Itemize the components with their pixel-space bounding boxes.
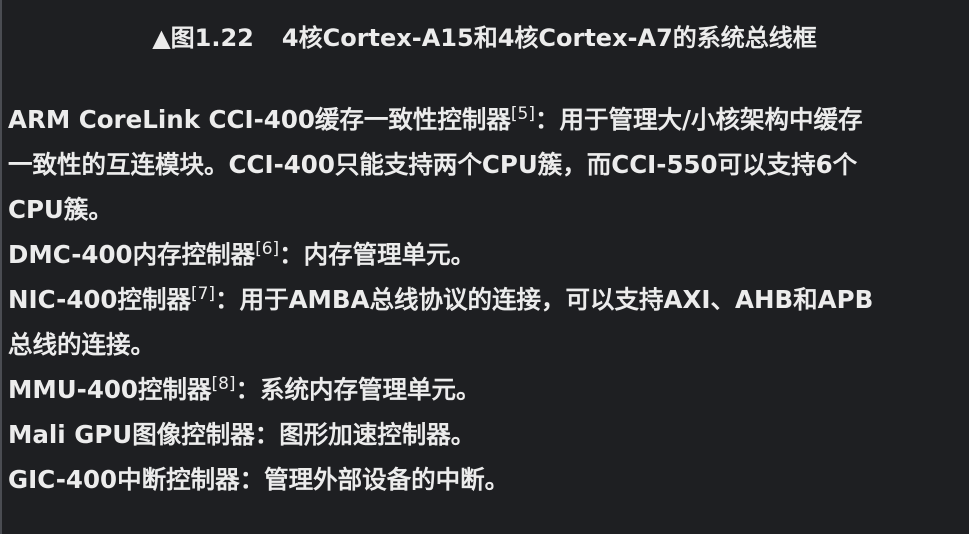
figure-caption: ▲图1.22 4核Cortex-A15和4核Cortex-A7的系统总线框 (0, 18, 969, 58)
item-dmc400: DMC-400内存控制器[6]：内存管理单元。 (8, 232, 969, 277)
item-mali-gpu: Mali GPU图像控制器：图形加速控制器。 (8, 412, 969, 457)
figure-title: 4核Cortex-A15和4核Cortex-A7的系统总线框 (281, 24, 817, 52)
item-name: NIC-400控制器 (8, 285, 191, 314)
item-gic400: GIC-400中断控制器：管理外部设备的中断。 (8, 457, 969, 502)
item-desc-continued: 一致性的互连模块。CCI-400只能支持两个CPU簇，而CCI-550可以支持6… (8, 150, 858, 179)
citation-ref: [7] (190, 284, 216, 304)
citation-ref: [8] (211, 374, 236, 394)
item-desc: ：内存管理单元。 (279, 240, 476, 269)
item-name: Mali GPU图像控制器 (8, 420, 255, 449)
triangle-icon: ▲ (152, 24, 171, 52)
item-nic400: NIC-400控制器[7]：用于AMBA总线协议的连接，可以支持AXI、AHB和… (8, 277, 969, 367)
item-desc-continued: CPU簇。 (8, 195, 113, 224)
item-desc: ：系统内存管理单元。 (235, 375, 481, 404)
item-desc: ：用于管理大/小核架构中缓存 (535, 105, 863, 134)
item-name: ARM CoreLink CCI-400缓存一致性控制器 (8, 105, 511, 134)
item-cci400: ARM CoreLink CCI-400缓存一致性控制器[5]：用于管理大/小核… (8, 97, 969, 232)
figure-number: 图1.22 (170, 24, 254, 52)
citation-ref: [6] (255, 239, 280, 259)
item-name: MMU-400控制器 (8, 375, 212, 404)
item-desc: ：管理外部设备的中断。 (239, 465, 510, 494)
item-desc: ：图形加速控制器。 (254, 420, 476, 449)
item-desc-continued: 总线的连接。 (8, 330, 155, 359)
left-border (0, 0, 2, 534)
body-text: ARM CoreLink CCI-400缓存一致性控制器[5]：用于管理大/小核… (8, 97, 969, 502)
item-name: DMC-400内存控制器 (8, 240, 256, 269)
citation-ref: [5] (510, 104, 536, 124)
item-mmu400: MMU-400控制器[8]：系统内存管理单元。 (8, 367, 969, 412)
item-name: GIC-400中断控制器 (8, 465, 240, 494)
item-desc: ：用于AMBA总线协议的连接，可以支持AXI、AHB和APB (215, 285, 874, 314)
